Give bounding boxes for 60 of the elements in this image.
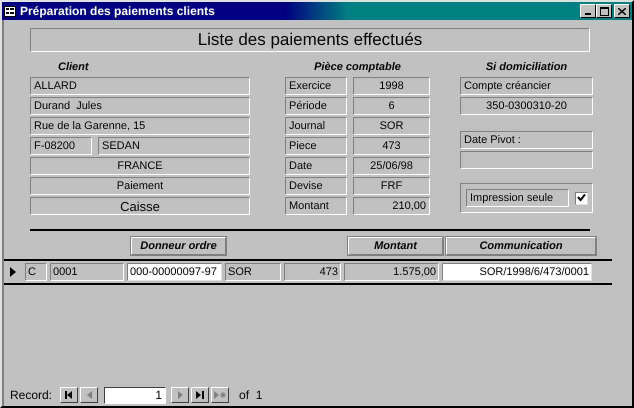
check-icon xyxy=(577,194,586,202)
payment-type-field[interactable]: Paiement xyxy=(30,177,250,195)
field-label: Compte créancier xyxy=(460,77,593,95)
column-header: Donneur ordre xyxy=(131,237,226,255)
client-name-field[interactable]: ALLARD xyxy=(30,77,250,95)
table-cell: 1.575,00 xyxy=(344,263,439,281)
street-field[interactable]: Rue de la Garenne, 15 xyxy=(30,117,250,135)
record-number-field[interactable]: 1 xyxy=(104,386,166,404)
navigation-button[interactable] xyxy=(60,387,78,403)
last-record-icon xyxy=(196,391,204,399)
postcode-field[interactable]: F-08200 xyxy=(30,137,92,155)
previous-record-icon xyxy=(86,391,92,399)
field-label: Période xyxy=(285,97,347,115)
maximize-button[interactable] xyxy=(596,4,612,18)
field-value[interactable]: FRF xyxy=(353,177,430,195)
field-value[interactable]: 473 xyxy=(353,137,430,155)
form-icon xyxy=(4,6,16,16)
contact-field[interactable]: Durand Jules xyxy=(30,97,250,115)
minimize-button[interactable] xyxy=(580,4,596,18)
section-heading: Si domiciliation xyxy=(484,61,568,75)
field-value[interactable]: 6 xyxy=(353,97,430,115)
next-record-icon xyxy=(178,391,183,399)
navigation-button[interactable] xyxy=(191,387,210,403)
section-heading: Client xyxy=(57,61,90,75)
print-only-checkbox[interactable] xyxy=(575,192,588,204)
field-value[interactable]: SOR xyxy=(353,117,430,135)
field-label: Impression seule xyxy=(466,189,569,207)
payment-mode-field[interactable]: Caisse xyxy=(30,197,250,215)
table-cell: SOR xyxy=(225,263,281,281)
table-cell: 0001 xyxy=(50,263,124,281)
column-header: Montant xyxy=(348,237,443,255)
new-record-icon xyxy=(214,391,226,399)
first-record-icon xyxy=(65,391,74,399)
table-cell[interactable]: 000-00000097-97 xyxy=(127,263,222,281)
window-title: Préparation des paiements clients xyxy=(20,4,215,18)
city-field[interactable]: SEDAN xyxy=(98,137,250,155)
table-cell: 473 xyxy=(284,263,341,281)
account-field[interactable]: 350-0300310-20 xyxy=(460,97,593,115)
field-value[interactable]: 25/06/98 xyxy=(353,157,430,175)
date-pivot-field[interactable] xyxy=(460,151,593,169)
field-label: Exercice xyxy=(285,77,347,95)
field-label: Devise xyxy=(285,177,347,195)
column-header: Communication xyxy=(446,237,596,255)
section-heading: Pièce comptable xyxy=(313,61,402,75)
field-label: Journal xyxy=(285,117,347,135)
country-field[interactable]: FRANCE xyxy=(30,157,250,175)
record-count: of 1 xyxy=(239,388,262,402)
table-cell: C xyxy=(25,263,47,281)
close-icon xyxy=(618,8,626,14)
record-label: Record: xyxy=(10,388,52,402)
field-label: Montant xyxy=(285,197,347,215)
table-cell[interactable]: SOR/1998/6/473/0001 xyxy=(442,263,592,281)
field-label: Date Pivot : xyxy=(460,131,593,149)
field-value[interactable]: 210,00 xyxy=(353,197,430,215)
field-label: Piece xyxy=(285,137,347,155)
close-button[interactable] xyxy=(614,4,630,18)
maximize-icon xyxy=(600,6,608,16)
form-header: Liste des paiements effectués xyxy=(30,28,590,52)
field-value[interactable]: 1998 xyxy=(353,77,430,95)
field-label: Date xyxy=(285,157,347,175)
